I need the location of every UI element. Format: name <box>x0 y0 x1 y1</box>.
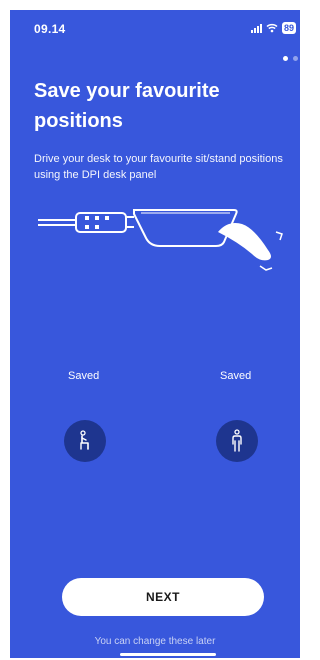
status-time: 09.14 <box>34 22 66 36</box>
stand-position-button[interactable] <box>216 420 258 462</box>
status-bar: 09.14 89 <box>10 10 300 40</box>
page-dot-active <box>283 56 288 61</box>
saved-label-stand: Saved <box>220 370 252 382</box>
page-subtitle: Drive your desk to your favourite sit/st… <box>34 153 283 181</box>
page-dot <box>293 56 298 61</box>
battery-icon: 89 <box>281 22 296 34</box>
cellular-signal-icon <box>250 23 262 33</box>
sit-position-button[interactable] <box>64 420 106 462</box>
page-indicator <box>283 56 298 61</box>
desk-panel-illustration <box>38 209 283 271</box>
standing-person-icon <box>232 429 242 452</box>
wifi-icon <box>266 23 278 33</box>
page-title: Save your favourite positions <box>34 80 220 132</box>
sitting-person-icon <box>80 430 89 450</box>
status-icons: 89 <box>250 22 296 34</box>
next-button[interactable]: NEXT <box>62 578 264 616</box>
saved-label-sit: Saved <box>68 370 100 382</box>
change-later-hint: You can change these later <box>94 636 216 647</box>
home-indicator[interactable] <box>120 653 216 656</box>
onboarding-screen: 09.14 89 Save your favourite positions D… <box>10 10 300 658</box>
